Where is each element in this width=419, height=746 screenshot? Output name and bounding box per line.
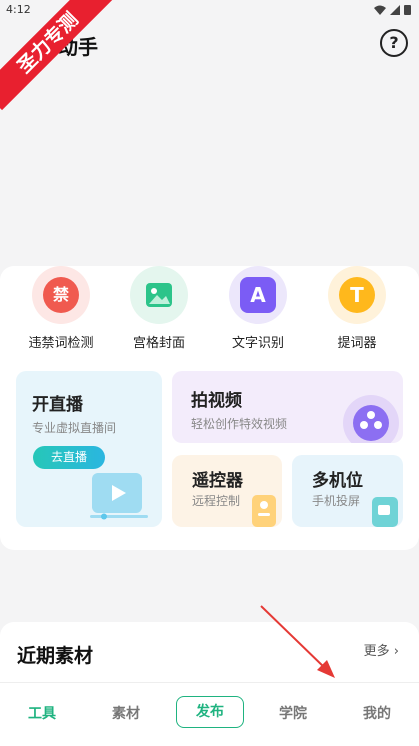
more-link[interactable]: 更多 › [364,640,399,659]
image-grid-icon [130,266,188,324]
teleprompter-icon: T [328,266,386,324]
bottom-tab-bar: 工具 素材 发布 学院 我的 [0,682,419,746]
tile-subtitle: 专业虚拟直播间 [32,421,117,435]
help-button[interactable]: ? [380,29,408,57]
tile-subtitle: 远程控制 [192,494,241,508]
go-live-button[interactable]: 去直播 [33,446,105,469]
battery-icon [404,5,411,15]
tool-text-recognition[interactable]: A 文字识别 [208,266,308,351]
status-icons [374,4,411,15]
tool-label: 文字识别 [231,336,284,351]
more-label: 更多 [363,644,390,659]
tab-publish[interactable]: 发布 [176,696,244,728]
tile-title: 遥控器 [192,471,243,491]
tool-teleprompter[interactable]: T 提词器 [307,266,407,351]
remote-control-tile[interactable]: 遥控器 远程控制 [172,455,282,527]
text-recognition-icon: A [229,266,287,324]
status-time: 4:12 [6,3,31,16]
go-live-tile[interactable]: 开直播 专业虚拟直播间 去直播 [16,371,162,527]
tab-mine[interactable]: 我的 [347,703,407,723]
tile-subtitle: 手机投屏 [312,494,361,508]
recent-materials-header: 近期素材 更多 › [0,622,419,682]
wifi-icon [374,5,386,15]
letter-a-glyph: A [240,277,276,313]
tile-title: 拍视频 [191,391,242,411]
tool-banned-word-check[interactable]: 禁 违禁词检测 [11,266,111,351]
banned-glyph: 禁 [43,277,79,313]
tool-label: 宫格封面 [132,336,185,351]
tools-card: 禁 违禁词检测 宫格封面 A 文字识别 T 提词器 开直播 专业虚拟直播间 去直… [0,266,419,550]
remote-icon [252,495,276,527]
annotation-arrow [260,605,335,678]
tile-title: 多机位 [312,471,363,491]
signal-icon [390,4,400,15]
shoot-video-tile[interactable]: 拍视频 轻松创作特效视频 [172,371,403,443]
letter-t-glyph: T [339,277,375,313]
multi-camera-icon [372,497,398,527]
banned-word-icon: 禁 [32,266,90,324]
tile-title: 开直播 [32,395,83,415]
tool-grid-cover[interactable]: 宫格封面 [109,266,209,351]
tool-row: 禁 违禁词检测 宫格封面 A 文字识别 T 提词器 [0,266,419,361]
tool-label: 违禁词检测 [28,336,94,351]
tab-tools[interactable]: 工具 [12,703,72,723]
film-reel-icon [343,395,399,443]
tile-subtitle: 轻松创作特效视频 [191,417,288,431]
tab-materials[interactable]: 素材 [96,703,156,723]
multi-camera-tile[interactable]: 多机位 手机投屏 [292,455,403,527]
video-player-icon [90,473,148,520]
tool-label: 提词器 [337,336,377,351]
section-title: 近期素材 [17,645,94,667]
tab-academy[interactable]: 学院 [263,703,323,723]
